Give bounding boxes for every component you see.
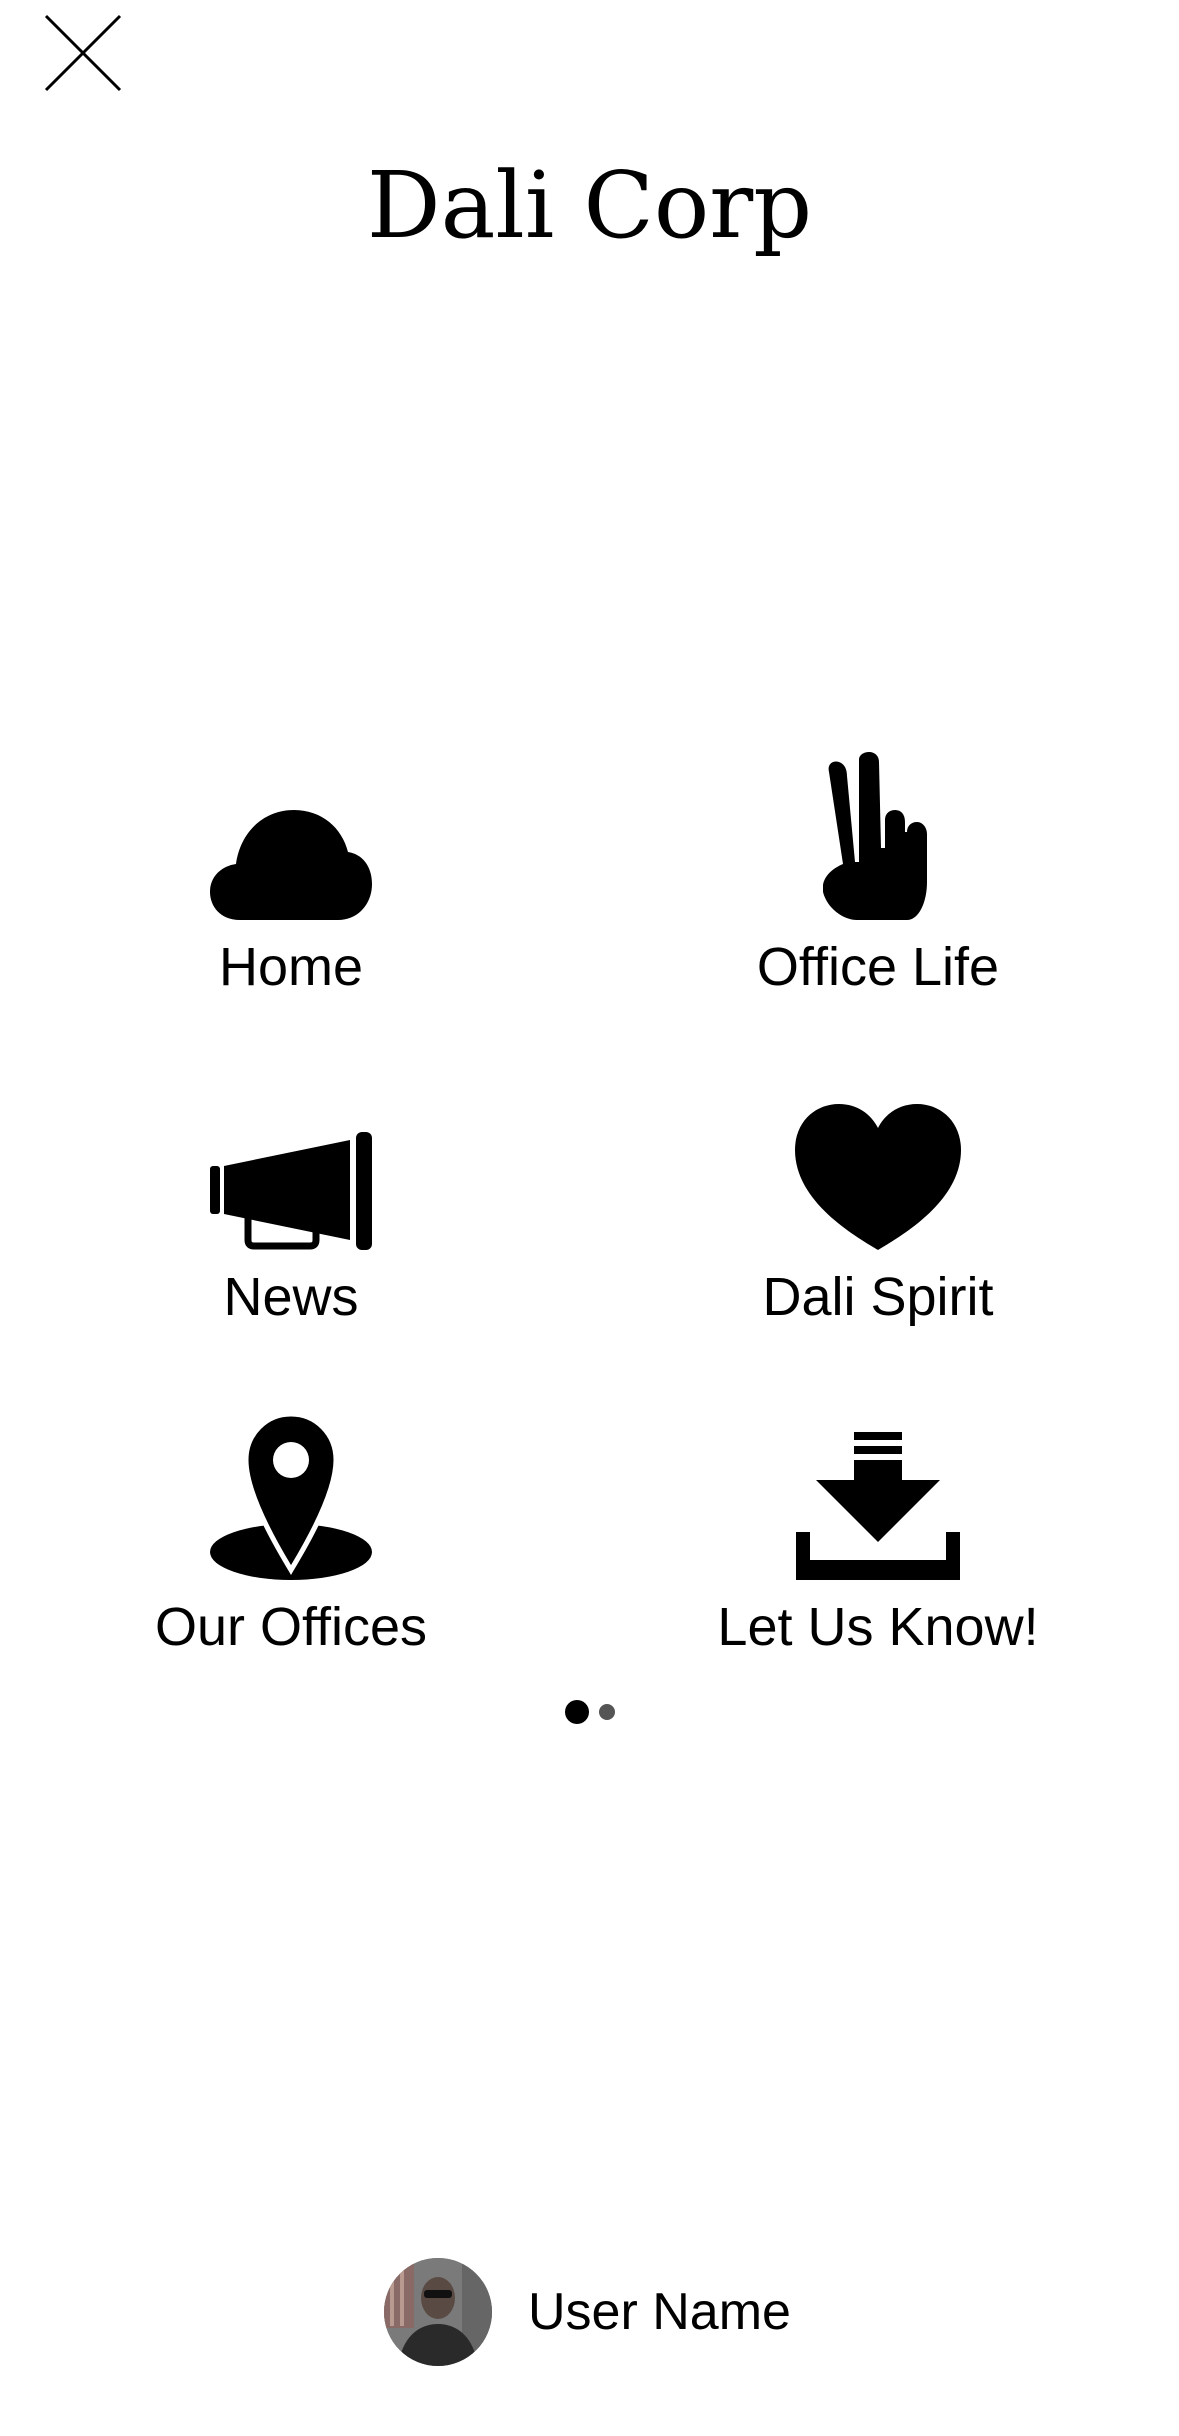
megaphone-icon <box>210 1132 372 1250</box>
menu-item-label: Our Offices <box>154 1597 428 1657</box>
user-name: User Name <box>528 2283 791 2341</box>
page-dot-active[interactable] <box>564 1700 589 1724</box>
menu-item-label: Let Us Know! <box>717 1597 1039 1657</box>
cloud-icon <box>210 810 372 920</box>
avatar-photo <box>384 2258 492 2366</box>
download-inbox-icon <box>796 1432 960 1580</box>
map-pin-icon <box>210 1414 372 1580</box>
menu-item-office-life[interactable]: Office Life <box>628 740 1128 1040</box>
app-title: Dali Corp <box>366 152 813 259</box>
menu-item-our-offices[interactable]: Our Offices <box>41 1400 541 1700</box>
peace-hand-icon <box>823 752 927 920</box>
user-profile[interactable]: User Name <box>384 2258 791 2366</box>
page-dot[interactable] <box>598 1704 615 1720</box>
menu-item-news[interactable]: News <box>41 1070 541 1370</box>
heart-icon <box>795 1104 961 1250</box>
close-button[interactable] <box>38 8 128 98</box>
menu-item-home[interactable]: Home <box>41 740 541 1040</box>
page-indicator <box>0 1700 1179 1724</box>
menu-item-label: Office Life <box>756 937 1000 997</box>
menu-item-dali-spirit[interactable]: Dali Spirit <box>628 1070 1128 1370</box>
menu-item-label: News <box>223 1267 359 1327</box>
menu-item-let-us-know[interactable]: Let Us Know! <box>628 1400 1128 1700</box>
menu-item-label: Home <box>218 937 364 997</box>
close-icon <box>44 14 122 92</box>
menu-item-label: Dali Spirit <box>762 1267 994 1327</box>
avatar <box>384 2258 492 2366</box>
